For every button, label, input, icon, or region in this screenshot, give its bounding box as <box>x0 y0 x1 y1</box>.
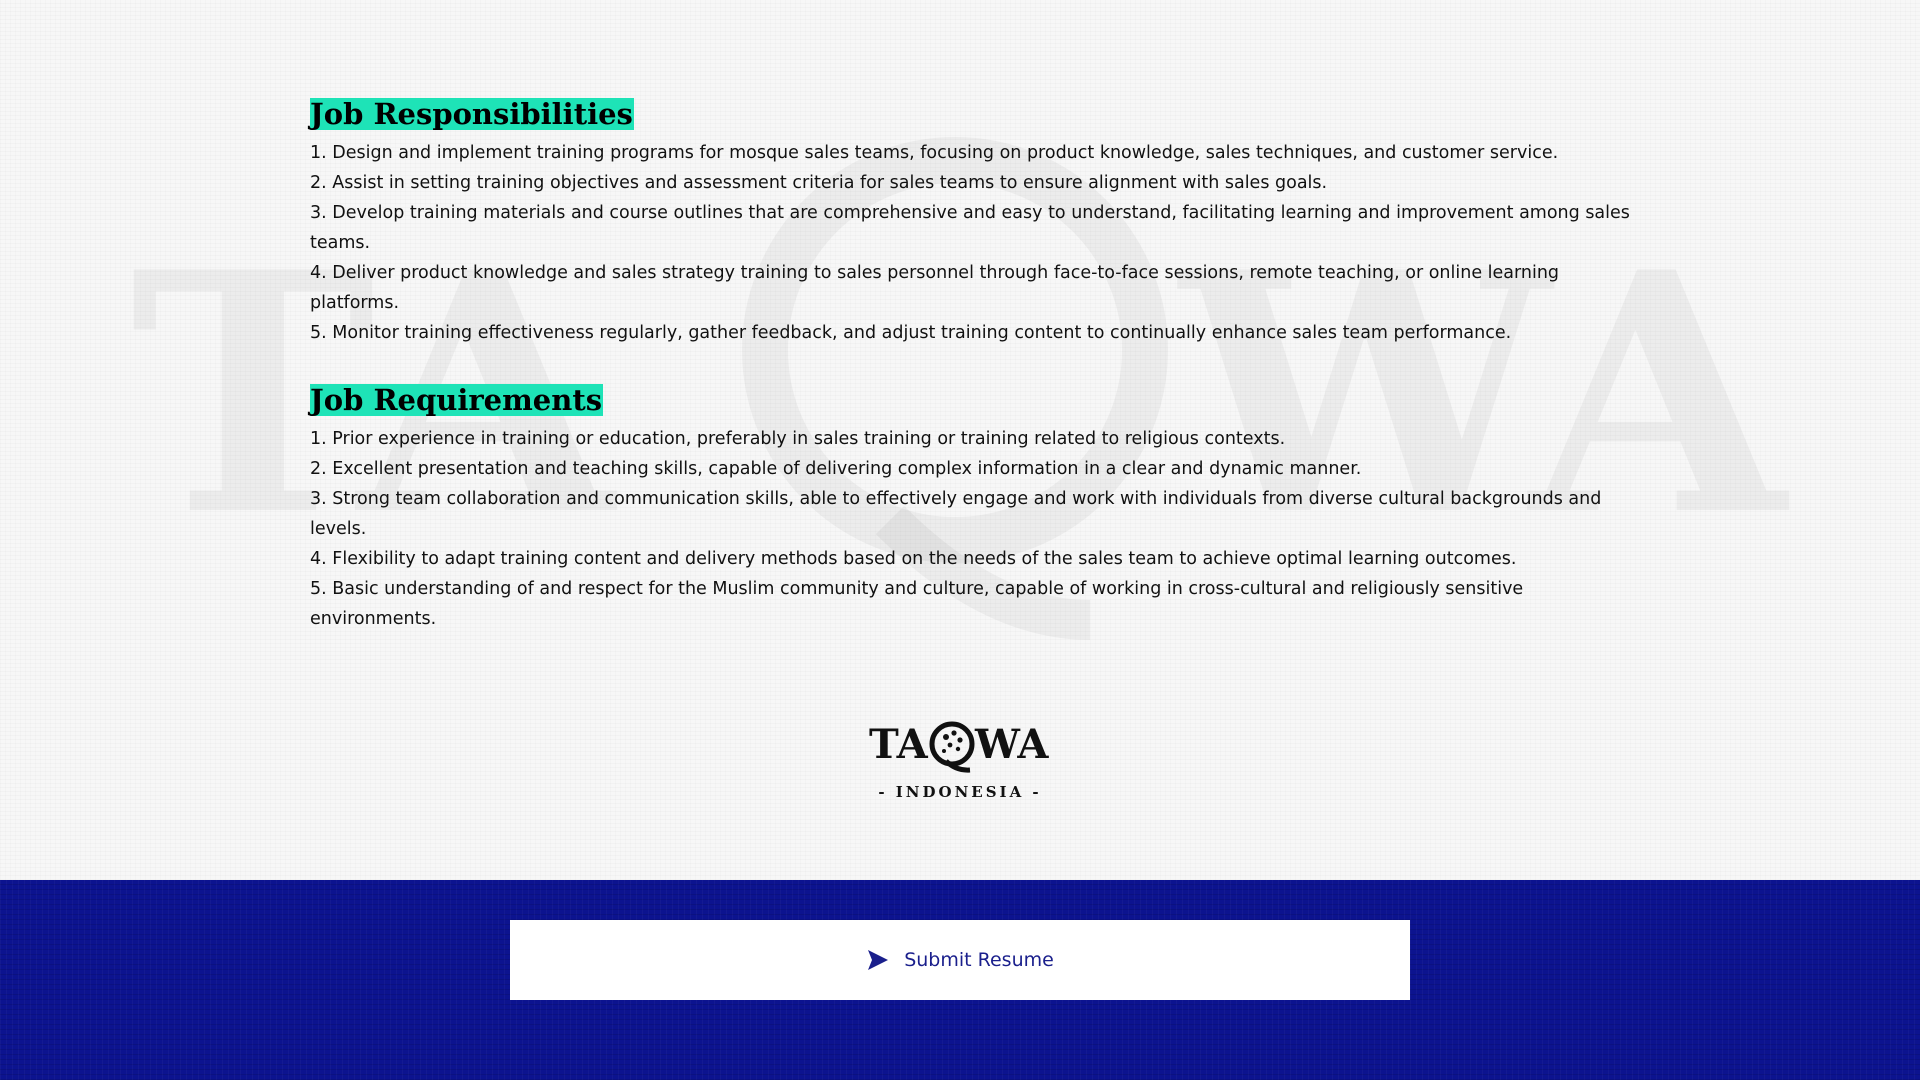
svg-text:WA: WA <box>974 721 1049 768</box>
list-item: 3. Develop training materials and course… <box>310 203 1630 253</box>
responsibilities-section: Job Responsibilities 1. Design and imple… <box>310 98 1630 348</box>
submit-resume-label: Submit Resume <box>904 949 1054 971</box>
list-item: 5. Basic understanding of and respect fo… <box>310 579 1524 629</box>
svg-text:- INDONESIA -: - INDONESIA - <box>878 783 1041 801</box>
requirements-list: 1. Prior experience in training or educa… <box>310 424 1630 634</box>
footer-bar: Submit Resume <box>0 880 1920 1080</box>
list-item: 4. Flexibility to adapt training content… <box>310 549 1517 569</box>
taqwa-indonesia-logo: TA WA - INDONESIA - <box>869 721 1049 801</box>
list-item: 1. Design and implement training program… <box>310 143 1559 163</box>
main-content: Job Responsibilities 1. Design and imple… <box>310 98 1630 670</box>
list-item: 4. Deliver product knowledge and sales s… <box>310 263 1560 313</box>
submit-resume-button[interactable]: Submit Resume <box>510 920 1410 1000</box>
svg-text:TA: TA <box>869 721 929 768</box>
requirements-section: Job Requirements 1. Prior experience in … <box>310 384 1630 634</box>
requirements-title: Job Requirements <box>310 383 604 417</box>
list-item: 2. Excellent presentation and teaching s… <box>310 459 1362 479</box>
responsibilities-title: Job Responsibilities <box>310 97 634 131</box>
list-item: 3. Strong team collaboration and communi… <box>310 489 1602 539</box>
list-item: 2. Assist in setting training objectives… <box>310 173 1328 193</box>
send-icon <box>866 948 890 972</box>
responsibilities-list: 1. Design and implement training program… <box>310 138 1630 348</box>
list-item: 5. Monitor training effectiveness regula… <box>310 323 1512 343</box>
list-item: 1. Prior experience in training or educa… <box>310 429 1286 449</box>
